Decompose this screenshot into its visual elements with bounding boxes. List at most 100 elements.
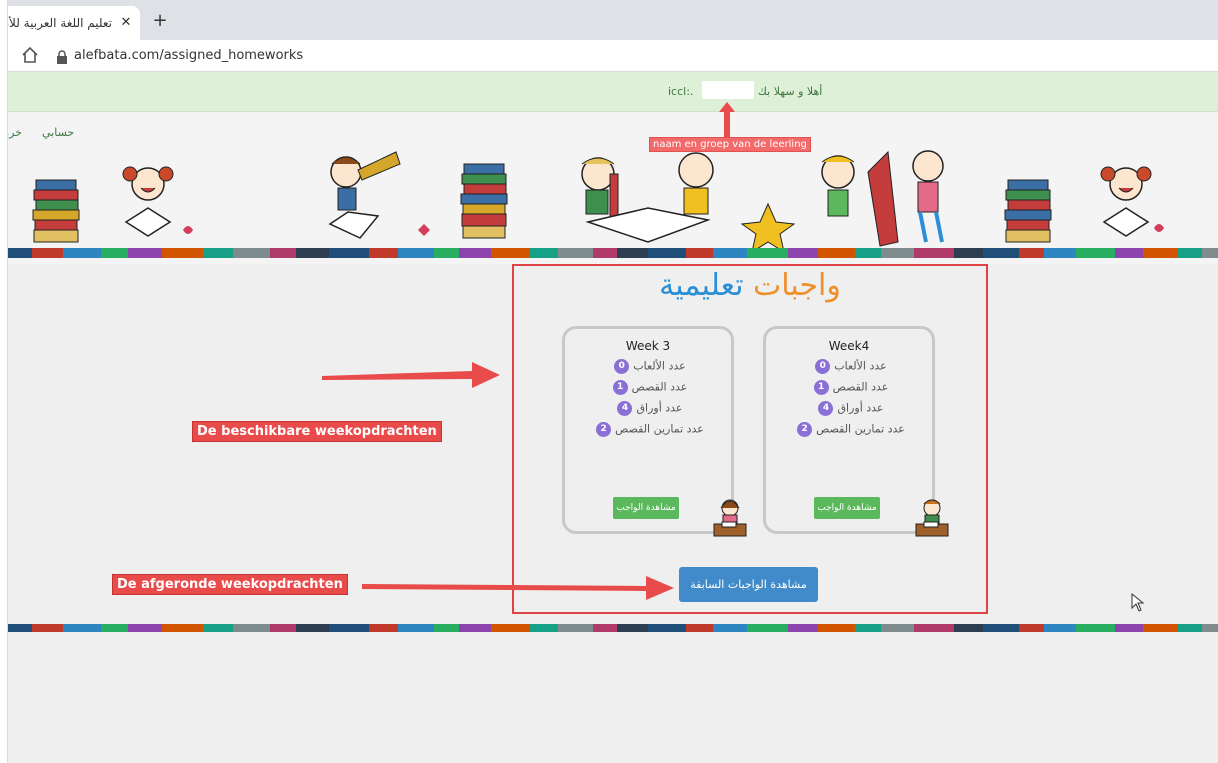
stripe-segment <box>162 248 203 258</box>
stripe-segment <box>558 248 593 258</box>
stripe-segment <box>270 248 296 258</box>
stripe-segment <box>101 624 128 632</box>
games-label: عدد الألعاب <box>633 359 686 373</box>
stories-count: عدد القصص1 <box>565 380 731 398</box>
stripe-segment <box>32 248 63 258</box>
sheets-badge: 4 <box>617 401 633 416</box>
stripe-segment <box>881 624 914 632</box>
stripe-segment <box>162 624 203 632</box>
exercises-count: عدد تمارين القصص2 <box>565 422 731 440</box>
color-stripe-bottom <box>8 624 1218 632</box>
girl-desk-icon <box>713 499 747 537</box>
stories-badge: 1 <box>813 380 829 395</box>
stripe-segment <box>1044 248 1076 258</box>
arrow-up-icon <box>719 102 735 138</box>
stripe-segment <box>1019 624 1044 632</box>
stripe-segment <box>686 624 713 632</box>
sheets-badge: 4 <box>818 401 834 416</box>
stripe-segment <box>954 248 983 258</box>
card-title: Week 3 <box>625 339 671 353</box>
stripe-segment <box>881 248 914 258</box>
stories-badge: 1 <box>612 380 628 395</box>
browser-window: تعليم اللغة العربية للأطفال ✕ + alefbata… <box>0 0 1218 763</box>
stripe-segment <box>1076 248 1115 258</box>
mouse-cursor-icon <box>1131 593 1145 612</box>
stripe-segment <box>818 624 855 632</box>
stripe-segment <box>398 248 434 258</box>
kids-reading-center-icon <box>581 150 944 254</box>
previous-homeworks-button[interactable]: مشاهدة الواجبات السابقة <box>679 567 818 602</box>
boy-desk-icon <box>915 499 949 537</box>
sheets-count: عدد أوراق4 <box>565 401 731 419</box>
homework-card-week3: Week 3 عدد الألعاب0 عدد القصص1 عدد أوراق… <box>562 326 734 534</box>
stripe-segment <box>459 248 491 258</box>
stripe-segment <box>270 624 296 632</box>
browser-tab[interactable]: تعليم اللغة العربية للأطفال ✕ <box>0 6 140 40</box>
stripe-segment <box>128 248 162 258</box>
stripe-segment <box>788 624 818 632</box>
address-bar: alefbata.com/assigned_homeworks <box>0 40 1218 72</box>
tab-bar: تعليم اللغة العربية للأطفال ✕ + <box>0 0 1218 40</box>
stripe-segment <box>558 624 593 632</box>
student-group: iccl:. <box>668 85 694 98</box>
stripe-segment <box>233 624 270 632</box>
boy-telescope-icon <box>328 151 430 239</box>
stripe-segment <box>1143 624 1178 632</box>
home-icon[interactable] <box>20 46 40 66</box>
stripe-segment <box>1019 248 1044 258</box>
close-tab-icon[interactable]: ✕ <box>118 15 134 31</box>
view-homework-button[interactable]: مشاهدة الواجب <box>613 497 679 519</box>
exercises-label: عدد تمارين القصص <box>615 422 704 436</box>
games-count: عدد الألعاب0 <box>565 359 731 377</box>
stripe-segment <box>434 624 459 632</box>
sheets-label: عدد أوراق <box>837 401 884 415</box>
color-stripe-top <box>8 248 1218 258</box>
welcome-bar: أهلا و سهلا بك يا iccl:. <box>8 72 1218 112</box>
games-badge: 0 <box>815 359 831 374</box>
hero-banner: حسابي خروج <box>8 112 1218 264</box>
girl-reading-icon <box>122 166 193 237</box>
stripe-segment <box>1115 248 1143 258</box>
stripe-segment <box>63 248 101 258</box>
redacted-student-name <box>702 81 754 99</box>
view-homework-button[interactable]: مشاهدة الواجب <box>814 497 880 519</box>
exercises-badge: 2 <box>797 422 813 437</box>
lock-icon <box>56 49 68 64</box>
stripe-segment <box>459 624 491 632</box>
stripe-segment <box>8 624 32 632</box>
stripe-segment <box>128 624 162 632</box>
stripe-segment <box>648 248 686 258</box>
exercises-label: عدد تمارين القصص <box>816 422 905 436</box>
stripe-segment <box>63 624 101 632</box>
stripe-segment <box>203 248 233 258</box>
kids-illustration <box>32 150 1164 254</box>
stripe-segment <box>914 624 954 632</box>
stripe-segment <box>617 624 648 632</box>
stripe-segment <box>855 624 881 632</box>
stripe-segment <box>329 248 369 258</box>
exercises-count: عدد تمارين القصص2 <box>766 422 932 440</box>
available-annotation: De beschikbare weekopdrachten <box>192 421 442 442</box>
stripe-segment <box>818 248 855 258</box>
stripe-segment <box>713 624 747 632</box>
stripe-segment <box>914 248 954 258</box>
page-title: واجبات تعليمية <box>600 268 900 316</box>
stripe-segment <box>1202 248 1218 258</box>
stripe-segment <box>369 624 398 632</box>
games-label: عدد الألعاب <box>834 359 887 373</box>
stripe-segment <box>530 624 558 632</box>
stripe-segment <box>1076 624 1115 632</box>
stories-label: عدد القصص <box>631 380 688 394</box>
stripe-segment <box>101 248 128 258</box>
stripe-segment <box>954 624 983 632</box>
stripe-segment <box>491 248 530 258</box>
stripe-segment <box>1044 624 1076 632</box>
games-count: عدد الألعاب0 <box>766 359 932 377</box>
stripe-segment <box>203 624 233 632</box>
url-field[interactable]: alefbata.com/assigned_homeworks <box>74 48 303 64</box>
new-tab-button[interactable]: + <box>150 12 170 32</box>
girl-reading-2-icon <box>1100 166 1164 237</box>
books-stack-2-icon <box>460 163 508 239</box>
card-title: Week4 <box>828 339 870 353</box>
stripe-segment <box>1178 624 1202 632</box>
